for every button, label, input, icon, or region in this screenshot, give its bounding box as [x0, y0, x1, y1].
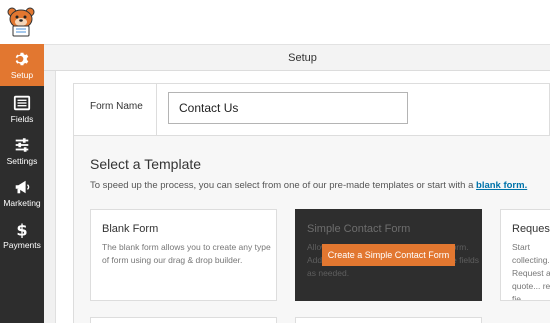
blank-form-link[interactable]: blank form. — [476, 180, 527, 191]
template-card-request[interactable]: Request Start collecting... Request a qu… — [500, 209, 550, 301]
sidebar-item-label: Settings — [6, 156, 38, 166]
sidebar-item-setup[interactable]: Setup — [0, 44, 44, 86]
card-title: Blank Form — [102, 223, 159, 235]
divider — [156, 83, 157, 136]
fields-list-icon — [13, 95, 31, 111]
sidebar-item-label: Setup — [10, 70, 34, 80]
wpforms-bear-logo — [7, 7, 35, 37]
card-title: Simple Contact Form — [307, 223, 411, 235]
dollar-icon: $ — [16, 220, 27, 238]
card-description: The blank form allows you to create any … — [102, 242, 271, 265]
sidebar-item-label: Payments — [3, 240, 41, 250]
sidebar-item-label: Marketing — [3, 198, 41, 208]
select-template-heading: Select a Template — [90, 156, 202, 172]
sidebar-item-payments[interactable]: $ Payments — [0, 214, 44, 256]
sidebar-item-label: Fields — [10, 114, 34, 124]
form-name-label: Form Name — [90, 101, 143, 112]
sidebar-item-settings[interactable]: Settings — [0, 130, 44, 172]
page-title: Setup — [288, 52, 317, 64]
select-template-description: To speed up the process, you can select … — [90, 180, 528, 191]
template-card[interactable] — [90, 317, 277, 323]
builder-sidebar: Setup Fields Settings Marketing $ Paymen… — [0, 44, 44, 323]
sidebar-item-marketing[interactable]: Marketing — [0, 172, 44, 214]
builder-header: Setup — [0, 44, 550, 71]
create-simple-contact-form-button[interactable]: Create a Simple Contact Form — [322, 244, 455, 266]
megaphone-icon — [15, 180, 30, 194]
card-title: Request — [512, 223, 550, 235]
content-gutter — [44, 71, 55, 323]
sidebar-item-fields[interactable]: Fields — [0, 88, 44, 130]
gear-icon — [15, 52, 29, 66]
template-card[interactable] — [295, 317, 482, 323]
svg-text:$: $ — [16, 220, 27, 238]
template-card-blank-form[interactable]: Blank Form The blank form allows you to … — [90, 209, 277, 301]
sliders-icon — [15, 138, 29, 152]
card-description: Start collecting... Request a quote... r… — [512, 242, 550, 301]
form-name-input[interactable] — [168, 92, 408, 124]
top-bar — [0, 0, 550, 44]
